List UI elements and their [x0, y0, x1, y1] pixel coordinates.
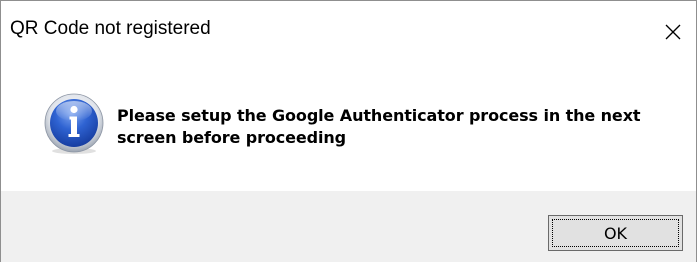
- button-bar: OK: [1, 191, 696, 262]
- info-icon: [44, 93, 104, 154]
- close-button[interactable]: [650, 1, 696, 63]
- dialog-content: Please setup the Google Authenticator pr…: [1, 63, 696, 191]
- title-bar: QR Code not registered: [1, 1, 696, 63]
- ok-button[interactable]: OK: [548, 215, 683, 251]
- dialog-message: Please setup the Google Authenticator pr…: [117, 106, 641, 147]
- message-dialog: QR Code not registered Please setup the …: [0, 0, 697, 262]
- ok-button-label: OK: [552, 219, 679, 247]
- dialog-title: QR Code not registered: [10, 18, 211, 39]
- close-icon: [665, 24, 681, 40]
